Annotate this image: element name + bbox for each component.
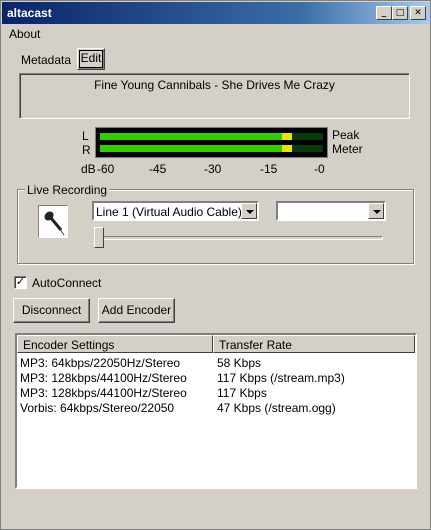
chevron-down-icon[interactable] [241,203,257,219]
tick-label: -0 [314,162,325,176]
disconnect-button[interactable]: Disconnect [13,298,90,323]
input-device-value: Line 1 (Virtual Audio Cable) [96,205,242,219]
encoder-list[interactable]: Encoder Settings Transfer Rate MP3: 64kb… [15,333,417,489]
vu-left-yellow [282,133,292,140]
maximize-icon: □ [395,8,405,18]
chevron-down-icon[interactable] [368,203,384,219]
close-icon: ✕ [414,8,422,18]
transfer-rate-cell[interactable]: 47 Kbps (/stream.ogg) [217,401,336,415]
transfer-rate-cell[interactable]: 117 Kbps [217,386,267,400]
now-playing-box: Fine Young Cannibals - She Drives Me Cra… [19,73,410,119]
tick-label: -45 [149,162,167,176]
meter-label: Meter [332,142,363,156]
close-button[interactable]: ✕ [410,6,426,20]
encoder-settings-cell[interactable]: MP3: 64kbps/22050Hz/Stereo [20,356,180,370]
tick-label: -30 [204,162,222,176]
peak-label: Peak [332,128,360,142]
check-icon: ✓ [15,275,26,288]
app-window: altacast _ □ ✕ About Metadata Edit Fine … [0,0,431,530]
vu-right-green [100,145,282,152]
autoconnect-checkbox[interactable]: ✓ [14,276,27,289]
live-recording-title: Live Recording [25,183,110,197]
vu-left-bar [100,133,323,140]
vu-left-dark [292,133,323,140]
microphone-icon-graphic [44,211,65,236]
menu-bar: About [2,25,430,43]
window-title: altacast [7,6,52,20]
encoder-settings-cell[interactable]: MP3: 128kbps/44100Hz/Stereo [20,371,187,385]
column-header-transfer-rate[interactable]: Transfer Rate [213,335,415,353]
maximize-button[interactable]: □ [392,6,408,20]
vu-right-bar [100,145,323,152]
transfer-rate-cell[interactable]: 117 Kbps (/stream.mp3) [217,371,345,385]
column-header-encoder-settings[interactable]: Encoder Settings [17,335,213,353]
volume-slider-thumb[interactable] [94,227,104,248]
now-playing-text: Fine Young Cannibals - She Drives Me Cra… [94,78,335,92]
input-device-select[interactable]: Line 1 (Virtual Audio Cable) [92,201,259,221]
title-bar[interactable]: altacast _ □ ✕ [2,2,430,24]
vu-right-dark [292,145,323,152]
tick-label: -60 [97,162,115,176]
metadata-label: Metadata [21,53,72,67]
vu-right-yellow [282,145,292,152]
add-encoder-button[interactable]: Add Encoder [98,298,175,323]
db-label: dB [81,162,96,176]
minimize-icon: _ [381,8,387,18]
meter-left-label: L [82,129,89,143]
transfer-rate-cell[interactable]: 58 Kbps [217,356,261,370]
menu-about[interactable]: About [9,27,40,41]
autoconnect-label[interactable]: AutoConnect [32,276,101,290]
minimize-button[interactable]: _ [376,6,392,20]
meter-right-label: R [82,143,91,157]
vu-meter [95,127,328,158]
encoder-settings-cell[interactable]: MP3: 128kbps/44100Hz/Stereo [20,386,187,400]
volume-slider-track[interactable] [102,236,383,240]
tick-label: -15 [260,162,278,176]
channel-select[interactable] [276,201,386,221]
encoder-settings-cell[interactable]: Vorbis: 64kbps/Stereo/22050 [20,401,174,415]
vu-left-green [100,133,282,140]
microphone-icon [38,205,68,238]
edit-metadata-button[interactable]: Edit [77,48,105,70]
